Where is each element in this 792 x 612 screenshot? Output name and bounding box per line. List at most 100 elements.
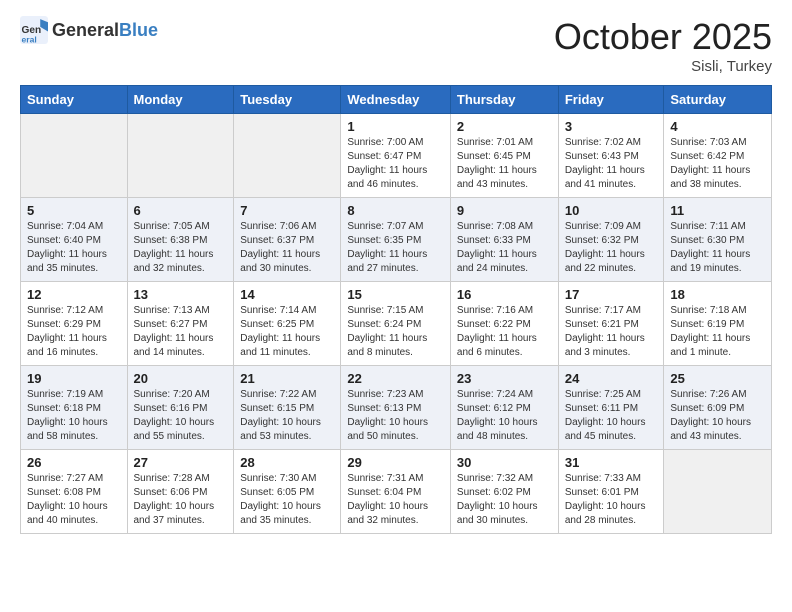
table-row: 5Sunrise: 7:04 AM Sunset: 6:40 PM Daylig… [21, 198, 128, 282]
day-info: Sunrise: 7:04 AM Sunset: 6:40 PM Dayligh… [27, 220, 121, 276]
table-row: 4 Sunrise: 7:03 AM Sunset: 6:42 PM Daylig… [664, 114, 772, 198]
table-row: 25Sunrise: 7:26 AM Sunset: 6:09 PM Dayli… [664, 366, 772, 450]
table-row: 8Sunrise: 7:07 AM Sunset: 6:35 PM Daylig… [341, 198, 451, 282]
table-row: 28Sunrise: 7:30 AM Sunset: 6:05 PM Dayli… [234, 450, 341, 534]
col-thursday: Thursday [450, 86, 558, 114]
table-row: 11Sunrise: 7:11 AM Sunset: 6:30 PM Dayli… [664, 198, 772, 282]
day-info: Sunrise: 7:09 AM Sunset: 6:32 PM Dayligh… [565, 220, 658, 276]
day-number: 15 [347, 287, 444, 302]
table-row: 20Sunrise: 7:20 AM Sunset: 6:16 PM Dayli… [127, 366, 234, 450]
day-number: 6 [134, 203, 228, 218]
page: Gen eral GeneralBlue October 2025 Sisli,… [0, 0, 792, 550]
table-row: 7Sunrise: 7:06 AM Sunset: 6:37 PM Daylig… [234, 198, 341, 282]
calendar-week-row: 12 Sunrise: 7:12 AM Sunset: 6:29 PM Dayli… [21, 282, 772, 366]
day-number: 31 [565, 455, 658, 470]
day-info: Sunrise: 7:03 AM Sunset: 6:42 PM Dayligh… [670, 136, 765, 192]
calendar-week-row: 1 Sunrise: 7:00 AM Sunset: 6:47 PM Daylig… [21, 114, 772, 198]
table-row: 15 Sunrise: 7:15 AM Sunset: 6:24 PM Dayli… [341, 282, 451, 366]
day-number: 8 [347, 203, 444, 218]
day-info: Sunrise: 7:33 AM Sunset: 6:01 PM Dayligh… [565, 472, 658, 528]
table-row: 27 Sunrise: 7:28 AM Sunset: 6:06 PM Dayli… [127, 450, 234, 534]
table-row: 10 Sunrise: 7:09 AM Sunset: 6:32 PM Dayli… [558, 198, 664, 282]
title-block: October 2025 Sisli, Turkey [554, 16, 772, 75]
day-info: Sunrise: 7:01 AM Sunset: 6:45 PM Dayligh… [457, 136, 552, 192]
day-info: Sunrise: 7:27 AM Sunset: 6:08 PM Dayligh… [27, 472, 121, 528]
table-row: 24 Sunrise: 7:25 AM Sunset: 6:11 PM Dayli… [558, 366, 664, 450]
table-row: 30 Sunrise: 7:32 AM Sunset: 6:02 PM Dayli… [450, 450, 558, 534]
day-number: 29 [347, 455, 444, 470]
logo-text-blue: Blue [119, 20, 158, 40]
day-number: 11 [670, 203, 765, 218]
day-info: Sunrise: 7:24 AM Sunset: 6:12 PM Dayligh… [457, 388, 552, 444]
day-info: Sunrise: 7:15 AM Sunset: 6:24 PM Dayligh… [347, 304, 444, 360]
calendar-week-row: 19 Sunrise: 7:19 AM Sunset: 6:18 PM Dayli… [21, 366, 772, 450]
day-number: 17 [565, 287, 658, 302]
table-row: 13Sunrise: 7:13 AM Sunset: 6:27 PM Dayli… [127, 282, 234, 366]
table-row: 12 Sunrise: 7:12 AM Sunset: 6:29 PM Dayli… [21, 282, 128, 366]
day-number: 12 [27, 287, 121, 302]
table-row: 17 Sunrise: 7:17 AM Sunset: 6:21 PM Dayli… [558, 282, 664, 366]
day-number: 13 [134, 287, 228, 302]
day-info: Sunrise: 7:02 AM Sunset: 6:43 PM Dayligh… [565, 136, 658, 192]
day-number: 21 [240, 371, 334, 386]
day-info: Sunrise: 7:25 AM Sunset: 6:11 PM Dayligh… [565, 388, 658, 444]
table-row: 6 Sunrise: 7:05 AM Sunset: 6:38 PM Daylig… [127, 198, 234, 282]
day-number: 14 [240, 287, 334, 302]
day-info: Sunrise: 7:14 AM Sunset: 6:25 PM Dayligh… [240, 304, 334, 360]
day-info: Sunrise: 7:18 AM Sunset: 6:19 PM Dayligh… [670, 304, 765, 360]
day-number: 4 [670, 119, 765, 134]
col-saturday: Saturday [664, 86, 772, 114]
table-row: 18 Sunrise: 7:18 AM Sunset: 6:19 PM Dayli… [664, 282, 772, 366]
day-number: 1 [347, 119, 444, 134]
day-info: Sunrise: 7:22 AM Sunset: 6:15 PM Dayligh… [240, 388, 334, 444]
day-info: Sunrise: 7:12 AM Sunset: 6:29 PM Dayligh… [27, 304, 121, 360]
day-number: 3 [565, 119, 658, 134]
calendar: Sunday Monday Tuesday Wednesday Thursday… [20, 85, 772, 534]
table-row [21, 114, 128, 198]
logo: Gen eral GeneralBlue [20, 16, 158, 44]
day-number: 10 [565, 203, 658, 218]
table-row: 9Sunrise: 7:08 AM Sunset: 6:33 PM Daylig… [450, 198, 558, 282]
day-info: Sunrise: 7:16 AM Sunset: 6:22 PM Dayligh… [457, 304, 552, 360]
day-info: Sunrise: 7:23 AM Sunset: 6:13 PM Dayligh… [347, 388, 444, 444]
col-wednesday: Wednesday [341, 86, 451, 114]
day-info: Sunrise: 7:05 AM Sunset: 6:38 PM Dayligh… [134, 220, 228, 276]
logo-text-general: General [52, 20, 119, 40]
day-number: 18 [670, 287, 765, 302]
table-row: 29Sunrise: 7:31 AM Sunset: 6:04 PM Dayli… [341, 450, 451, 534]
header: Gen eral GeneralBlue October 2025 Sisli,… [20, 16, 772, 75]
table-row: 3 Sunrise: 7:02 AM Sunset: 6:43 PM Daylig… [558, 114, 664, 198]
calendar-week-row: 5Sunrise: 7:04 AM Sunset: 6:40 PM Daylig… [21, 198, 772, 282]
table-row [127, 114, 234, 198]
day-info: Sunrise: 7:06 AM Sunset: 6:37 PM Dayligh… [240, 220, 334, 276]
day-number: 25 [670, 371, 765, 386]
table-row: 31 Sunrise: 7:33 AM Sunset: 6:01 PM Dayli… [558, 450, 664, 534]
day-number: 19 [27, 371, 121, 386]
logo-icon: Gen eral [20, 16, 48, 44]
table-row: 14 Sunrise: 7:14 AM Sunset: 6:25 PM Dayli… [234, 282, 341, 366]
table-row: 23 Sunrise: 7:24 AM Sunset: 6:12 PM Dayli… [450, 366, 558, 450]
col-sunday: Sunday [21, 86, 128, 114]
day-number: 24 [565, 371, 658, 386]
day-number: 22 [347, 371, 444, 386]
calendar-header-row: Sunday Monday Tuesday Wednesday Thursday… [21, 86, 772, 114]
day-number: 27 [134, 455, 228, 470]
day-info: Sunrise: 7:17 AM Sunset: 6:21 PM Dayligh… [565, 304, 658, 360]
month-title: October 2025 [554, 16, 772, 58]
table-row: 2 Sunrise: 7:01 AM Sunset: 6:45 PM Daylig… [450, 114, 558, 198]
day-number: 2 [457, 119, 552, 134]
day-info: Sunrise: 7:20 AM Sunset: 6:16 PM Dayligh… [134, 388, 228, 444]
day-info: Sunrise: 7:19 AM Sunset: 6:18 PM Dayligh… [27, 388, 121, 444]
table-row: 19 Sunrise: 7:19 AM Sunset: 6:18 PM Dayli… [21, 366, 128, 450]
day-info: Sunrise: 7:00 AM Sunset: 6:47 PM Dayligh… [347, 136, 444, 192]
day-info: Sunrise: 7:32 AM Sunset: 6:02 PM Dayligh… [457, 472, 552, 528]
day-info: Sunrise: 7:08 AM Sunset: 6:33 PM Dayligh… [457, 220, 552, 276]
svg-text:eral: eral [22, 34, 37, 44]
day-info: Sunrise: 7:28 AM Sunset: 6:06 PM Dayligh… [134, 472, 228, 528]
day-number: 30 [457, 455, 552, 470]
table-row: 22 Sunrise: 7:23 AM Sunset: 6:13 PM Dayli… [341, 366, 451, 450]
col-monday: Monday [127, 86, 234, 114]
calendar-week-row: 26Sunrise: 7:27 AM Sunset: 6:08 PM Dayli… [21, 450, 772, 534]
day-number: 23 [457, 371, 552, 386]
table-row: 1 Sunrise: 7:00 AM Sunset: 6:47 PM Daylig… [341, 114, 451, 198]
